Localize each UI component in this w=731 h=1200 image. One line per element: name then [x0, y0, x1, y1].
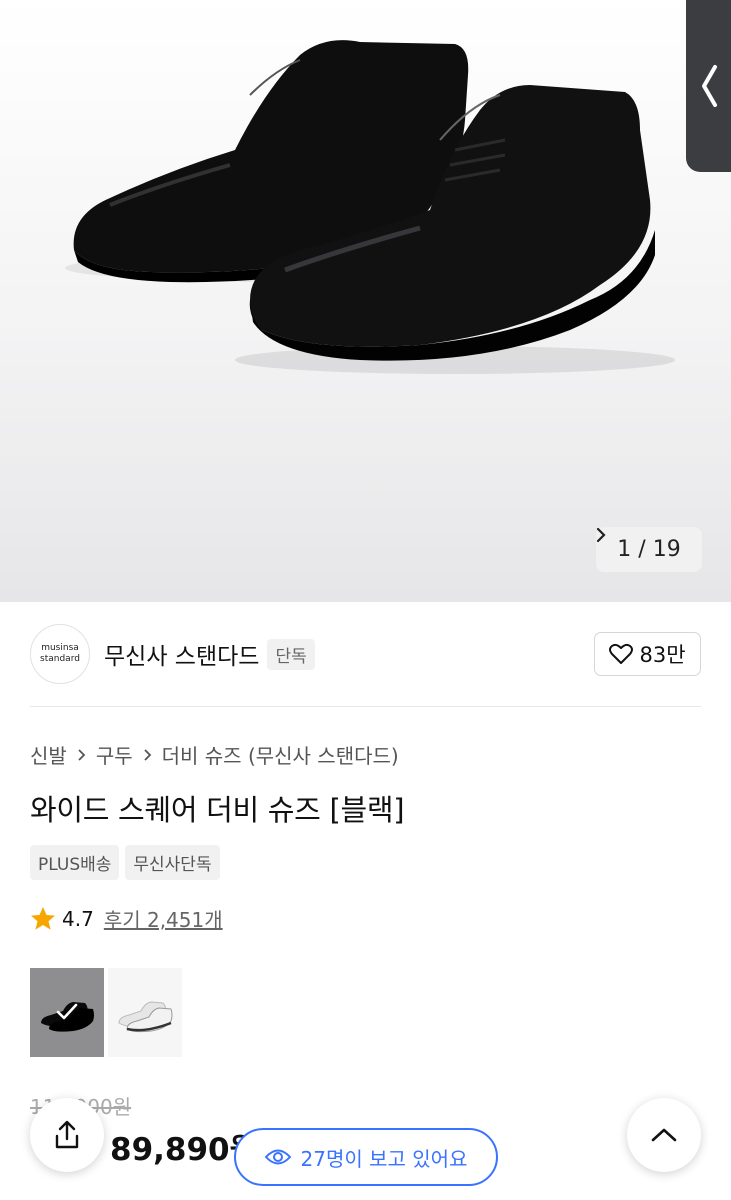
share-button[interactable]: [30, 1098, 104, 1172]
brand-logo[interactable]: musinsa standard: [30, 624, 90, 684]
brand-exclusive-badge: 단독: [267, 638, 315, 670]
share-icon: [55, 1120, 79, 1149]
scroll-to-top-button[interactable]: [627, 1098, 701, 1172]
divider: [30, 706, 701, 707]
chevron-right-icon: [77, 748, 86, 762]
breadcrumb: 신발 구두 더비 슈즈 (무신사 스탠다드): [30, 740, 399, 769]
product-photo: [65, 40, 675, 374]
product-image-gallery[interactable]: 1 / 19: [0, 0, 731, 602]
star-icon: [31, 907, 55, 930]
viewers-indicator[interactable]: 27명이 보고 있어요: [234, 1128, 498, 1186]
check-icon: [56, 1003, 78, 1020]
color-option-black[interactable]: [30, 968, 104, 1057]
brand-logo-line1: musinsa: [41, 643, 79, 653]
brand-name[interactable]: 무신사 스탠다드: [104, 637, 259, 671]
tag-exclusive: 무신사단독: [125, 845, 220, 880]
reviews-link[interactable]: 후기 2,451개: [104, 904, 223, 933]
eye-icon: [264, 1149, 291, 1165]
chevron-right-icon: [596, 527, 606, 543]
chevron-right-icon: [143, 748, 152, 762]
like-count: 83만: [639, 643, 686, 667]
color-option-white[interactable]: [108, 968, 182, 1057]
brand-logo-line2: standard: [40, 654, 80, 664]
heart-icon: [609, 643, 634, 664]
breadcrumb-item-derby[interactable]: 더비 슈즈 (무신사 스탠다드): [162, 740, 399, 769]
chevron-left-icon: [701, 65, 717, 107]
white-shoe-thumbnail: [118, 1000, 173, 1032]
brand-like-button[interactable]: 83만: [594, 632, 701, 676]
product-title: 와이드 스퀘어 더비 슈즈 [블랙]: [30, 793, 405, 827]
color-options: [30, 968, 182, 1057]
viewers-text: 27명이 보고 있어요: [300, 1146, 468, 1171]
gallery-counter-text: 1 / 19: [617, 537, 681, 562]
side-panel-toggle[interactable]: [686, 0, 731, 172]
chevron-up-icon: [651, 1128, 677, 1142]
breadcrumb-item-dress-shoes[interactable]: 구두: [96, 740, 133, 769]
rating-score: 4.7: [62, 906, 94, 931]
brand-row: musinsa standard 무신사 스탠다드 단독 83만: [30, 623, 701, 685]
rating: 4.7 후기 2,451개: [30, 904, 223, 933]
product-tags: PLUS배송 무신사단독: [30, 845, 220, 880]
gallery-counter[interactable]: 1 / 19: [596, 527, 702, 572]
breadcrumb-item-shoes[interactable]: 신발: [30, 740, 67, 769]
tag-plus-delivery: PLUS배송: [30, 845, 120, 880]
